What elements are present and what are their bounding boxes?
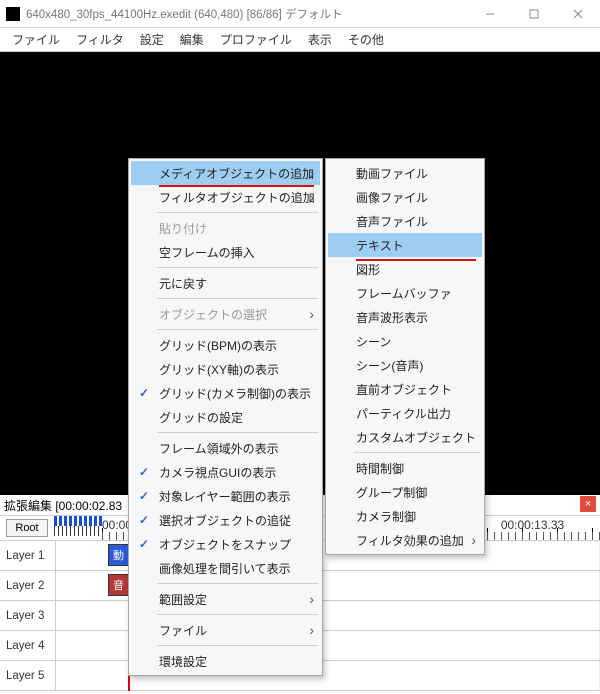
- menu-separator: [157, 583, 318, 584]
- context-menu: メディアオブジェクトの追加フィルタオブジェクトの追加貼り付け空フレームの挿入元に…: [128, 158, 323, 676]
- menu-item[interactable]: 元に戻す: [131, 271, 320, 295]
- video-clip[interactable]: 動: [108, 544, 130, 566]
- menu-フィルタ[interactable]: フィルタ: [68, 27, 132, 52]
- menu-その他[interactable]: その他: [340, 27, 392, 52]
- menu-item[interactable]: シーン: [328, 329, 482, 353]
- menu-item[interactable]: 環境設定: [131, 649, 320, 673]
- root-button[interactable]: Root: [6, 519, 48, 537]
- menu-設定[interactable]: 設定: [132, 27, 172, 52]
- menu-item[interactable]: 音声波形表示: [328, 305, 482, 329]
- menu-item[interactable]: カメラ制御: [328, 504, 482, 528]
- layer-label[interactable]: Layer 1: [0, 541, 56, 570]
- layer-label[interactable]: Layer 4: [0, 631, 56, 660]
- app-icon: [6, 7, 20, 21]
- layer-label[interactable]: Layer 3: [0, 601, 56, 630]
- window-title: 640x480_30fps_44100Hz.exedit (640,480) […: [26, 6, 468, 22]
- titlebar: 640x480_30fps_44100Hz.exedit (640,480) […: [0, 0, 600, 28]
- menu-item[interactable]: メディアオブジェクトの追加: [131, 161, 320, 185]
- menu-item[interactable]: オブジェクトをスナップ: [131, 532, 320, 556]
- menu-item[interactable]: 画像処理を間引いて表示: [131, 556, 320, 580]
- menu-separator: [157, 298, 318, 299]
- menu-separator: [157, 212, 318, 213]
- menu-item: オブジェクトの選択: [131, 302, 320, 326]
- menu-item[interactable]: カメラ視点GUIの表示: [131, 460, 320, 484]
- menu-item[interactable]: フィルタオブジェクトの追加: [131, 185, 320, 209]
- menu-item[interactable]: グリッド(XY軸)の表示: [131, 357, 320, 381]
- minimize-button[interactable]: [468, 0, 512, 27]
- menu-item[interactable]: テキスト: [328, 233, 482, 257]
- menu-item[interactable]: グループ制御: [328, 480, 482, 504]
- menu-item[interactable]: グリッド(カメラ制御)の表示: [131, 381, 320, 405]
- menu-separator: [157, 329, 318, 330]
- menu-item[interactable]: フレームバッファ: [328, 281, 482, 305]
- menu-item[interactable]: 図形: [328, 257, 482, 281]
- menu-item[interactable]: フレーム領域外の表示: [131, 436, 320, 460]
- menu-item[interactable]: 直前オブジェクト: [328, 377, 482, 401]
- layer-label[interactable]: Layer 2: [0, 571, 56, 600]
- menu-item[interactable]: 選択オブジェクトの追従: [131, 508, 320, 532]
- menu-item[interactable]: 音声ファイル: [328, 209, 482, 233]
- menu-表示[interactable]: 表示: [300, 27, 340, 52]
- menu-item[interactable]: 対象レイヤー範囲の表示: [131, 484, 320, 508]
- menu-separator: [157, 432, 318, 433]
- menu-separator: [157, 645, 318, 646]
- menu-プロファイル[interactable]: プロファイル: [212, 27, 300, 52]
- menubar: ファイルフィルタ設定編集プロファイル表示その他: [0, 28, 600, 52]
- menu-item[interactable]: フィルタ効果の追加: [328, 528, 482, 552]
- menu-item[interactable]: カスタムオブジェクト: [328, 425, 482, 449]
- menu-separator: [354, 452, 480, 453]
- menu-item[interactable]: グリッド(BPM)の表示: [131, 333, 320, 357]
- menu-item[interactable]: 動画ファイル: [328, 161, 482, 185]
- maximize-button[interactable]: [512, 0, 556, 27]
- menu-item[interactable]: 範囲設定: [131, 587, 320, 611]
- context-submenu: 動画ファイル画像ファイル音声ファイルテキスト図形フレームバッファ音声波形表示シー…: [325, 158, 485, 555]
- menu-item[interactable]: パーティクル出力: [328, 401, 482, 425]
- menu-item[interactable]: ファイル: [131, 618, 320, 642]
- menu-separator: [157, 614, 318, 615]
- menu-item[interactable]: グリッドの設定: [131, 405, 320, 429]
- menu-item[interactable]: 空フレームの挿入: [131, 240, 320, 264]
- menu-編集[interactable]: 編集: [172, 27, 212, 52]
- ruler-mini[interactable]: [54, 516, 102, 540]
- timeline-close-button[interactable]: ×: [580, 496, 596, 512]
- menu-ファイル[interactable]: ファイル: [4, 27, 68, 52]
- timeline-title: 拡張編集 [00:00:02.83: [4, 497, 122, 514]
- audio-clip[interactable]: 音: [108, 574, 130, 596]
- menu-item[interactable]: 時間制御: [328, 456, 482, 480]
- menu-separator: [157, 267, 318, 268]
- menu-item[interactable]: 画像ファイル: [328, 185, 482, 209]
- close-button[interactable]: [556, 0, 600, 27]
- menu-item[interactable]: シーン(音声): [328, 353, 482, 377]
- layer-label[interactable]: Layer 5: [0, 661, 56, 690]
- menu-item: 貼り付け: [131, 216, 320, 240]
